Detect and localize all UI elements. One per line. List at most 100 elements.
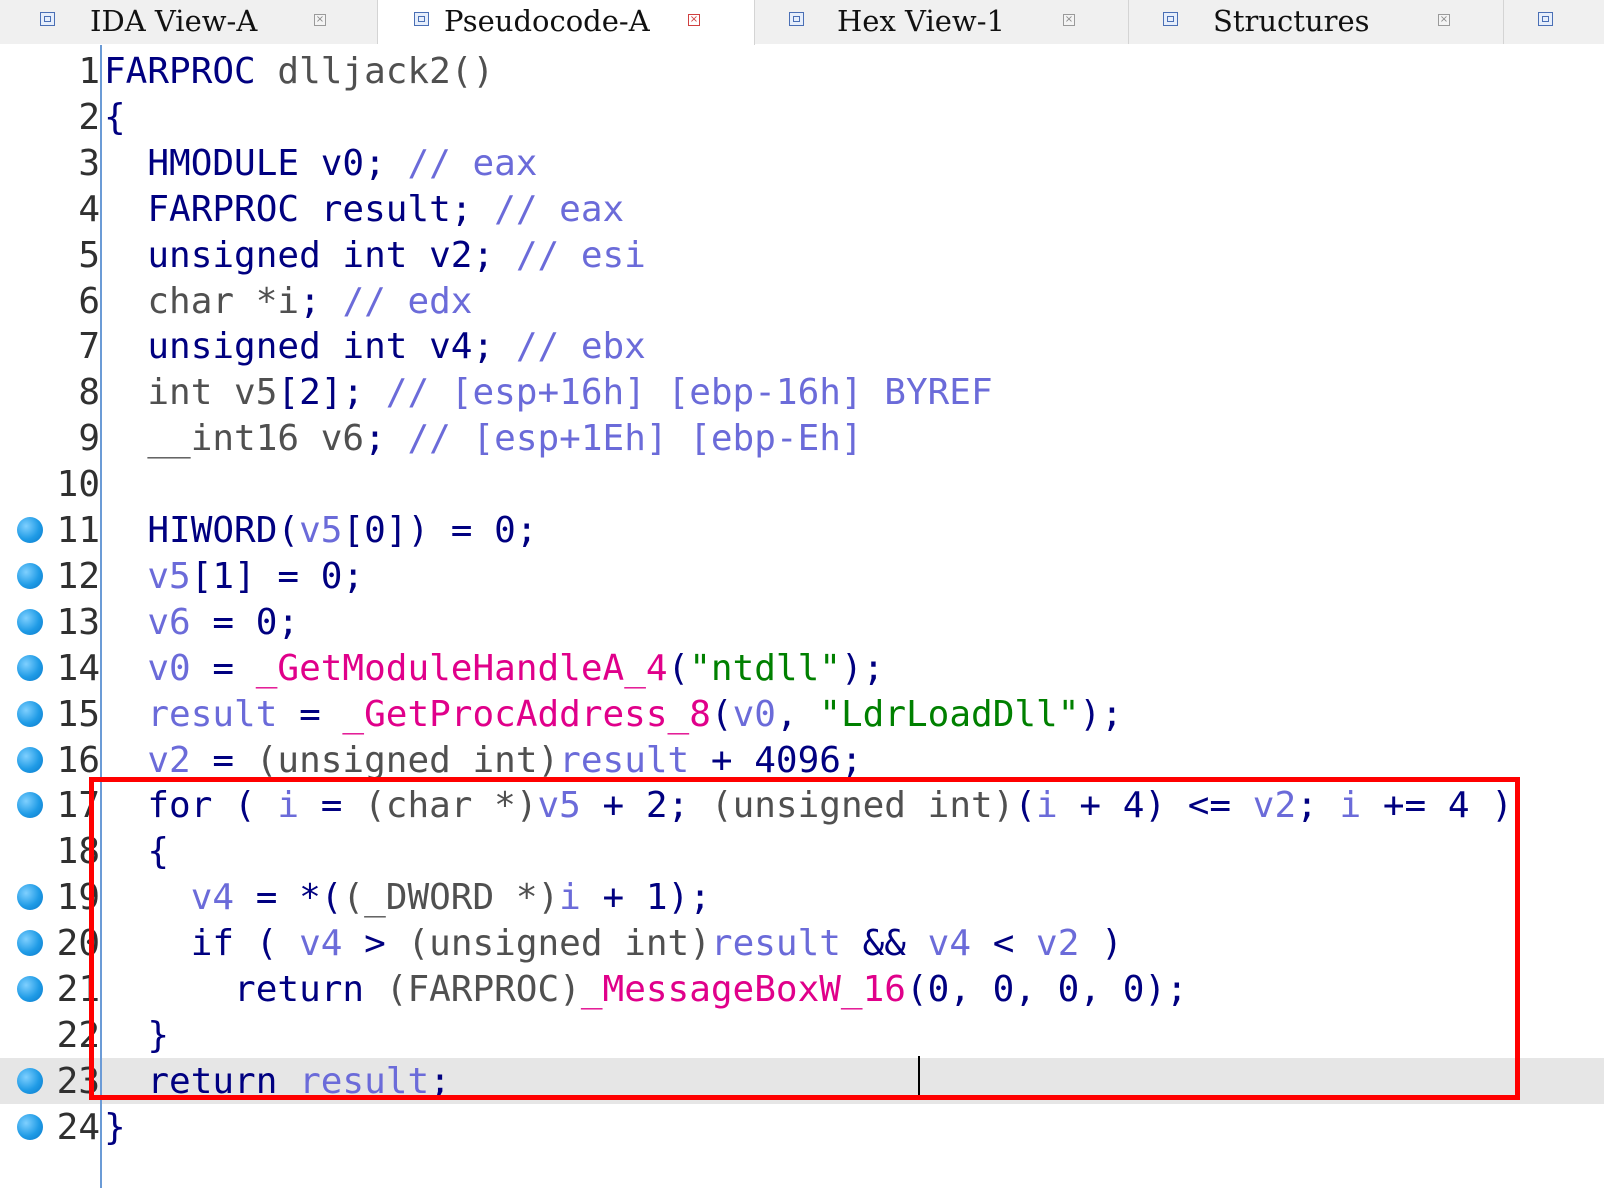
- code-token: = 0;: [190, 601, 300, 643]
- code-line[interactable]: 12 v5[1] = 0;: [0, 553, 1604, 599]
- code-token: "ntdll": [689, 647, 841, 689]
- disasm-view-icon: [40, 12, 55, 26]
- line-number: 13: [56, 601, 100, 643]
- code-token: HIWORD(: [104, 510, 300, 551]
- code-token: // esi: [515, 234, 646, 276]
- tab-label: Structures: [1213, 4, 1370, 38]
- code-token: v5: [104, 555, 191, 597]
- code-token: // [esp+16h] [ebp-16h] BYREF: [385, 372, 993, 414]
- hex-view-icon: [789, 12, 804, 26]
- close-icon[interactable]: ×: [688, 14, 700, 26]
- line-number: 6: [78, 280, 100, 322]
- tab-ida-view-a[interactable]: IDA View-A ×: [0, 0, 378, 44]
- code-token: [0]) = 0;: [342, 510, 538, 551]
- code-token: // ebx: [515, 326, 646, 368]
- code-token: char *i: [104, 280, 300, 322]
- tab-structures[interactable]: Structures ×: [1129, 0, 1504, 44]
- code-line[interactable]: 6 char *i; // edx: [0, 278, 1604, 324]
- code-line[interactable]: 11 HIWORD(v5[0]) = 0;: [0, 507, 1604, 553]
- line-number: 7: [78, 326, 100, 368]
- tab-hex-view-1[interactable]: Hex View-1 ×: [755, 0, 1129, 44]
- code-line[interactable]: 13 v6 = 0;: [0, 599, 1604, 645]
- code-token: v6: [104, 601, 191, 643]
- code-token: v0: [104, 647, 191, 689]
- line-number: 2: [78, 96, 100, 138]
- code-token: );: [840, 647, 885, 689]
- close-icon[interactable]: ×: [314, 14, 326, 26]
- code-line[interactable]: 14 v0 = _GetModuleHandleA_4("ntdll");: [0, 645, 1604, 691]
- code-text: result = _GetProcAddress_8(v0, "LdrLoadD…: [104, 693, 1123, 737]
- line-number: 11: [56, 510, 100, 551]
- line-number: 8: [78, 372, 100, 414]
- tab-label: IDA View-A: [90, 4, 258, 38]
- code-line[interactable]: 9 __int16 v6; // [esp+1Eh] [ebp-Eh]: [0, 415, 1604, 461]
- code-line[interactable]: 8 int v5[2]; // [esp+16h] [ebp-16h] BYRE…: [0, 369, 1604, 415]
- enums-icon: [1538, 12, 1553, 26]
- tab-pseudocode-a[interactable]: Pseudocode-A ×: [378, 0, 755, 45]
- code-token: unsigned int v2;: [104, 234, 516, 276]
- code-text: int v5[2]; // [esp+16h] [ebp-16h] BYREF: [104, 371, 993, 415]
- code-line[interactable]: 16 v2 = (unsigned int)result + 4096;: [0, 737, 1604, 783]
- line-number: 12: [56, 555, 100, 597]
- code-token: =: [277, 693, 343, 735]
- code-token: FARPROC result;: [104, 188, 495, 230]
- code-token: HMODULE v0;: [104, 142, 408, 184]
- line-number: 4: [78, 188, 100, 230]
- code-token: v5: [299, 510, 343, 551]
- line-number: 15: [56, 693, 100, 735]
- code-line[interactable]: 10: [0, 461, 1604, 507]
- code-line[interactable]: 1 FARPROC dlljack2(): [0, 48, 1604, 94]
- code-line[interactable]: 4 FARPROC result; // eax: [0, 186, 1604, 232]
- code-token: dlljack2(): [277, 51, 495, 92]
- code-line[interactable]: 5 unsigned int v2; // esi: [0, 232, 1604, 278]
- code-token: // eax: [407, 142, 538, 184]
- code-text: HIWORD(v5[0]) = 0;: [104, 509, 538, 553]
- code-text: __int16 v6; // [esp+1Eh] [ebp-Eh]: [104, 417, 863, 461]
- code-text: }: [104, 1106, 126, 1150]
- tab-bar: IDA View-A × Pseudocode-A × Hex View-1 ×…: [0, 0, 1604, 45]
- code-line[interactable]: 3 HMODULE v0; // eax: [0, 140, 1604, 186]
- code-token: v2: [104, 739, 191, 781]
- code-token: =: [190, 739, 256, 781]
- code-line[interactable]: 24}: [0, 1104, 1604, 1150]
- code-text: v6 = 0;: [104, 601, 299, 645]
- code-token: result: [104, 693, 278, 735]
- code-token: // [esp+1Eh] [ebp-Eh]: [407, 418, 863, 460]
- code-text: FARPROC dlljack2(): [104, 50, 494, 94]
- code-token: {: [104, 96, 126, 138]
- line-number: 24: [56, 1106, 100, 1148]
- code-text: HMODULE v0; // eax: [104, 142, 537, 186]
- line-number: 3: [78, 142, 100, 184]
- code-token: );: [1079, 693, 1123, 735]
- code-token: =: [190, 647, 256, 689]
- code-token: int v5: [104, 372, 278, 414]
- tab-enums[interactable]: [1504, 0, 1604, 44]
- tab-label: Pseudocode-A: [444, 4, 650, 38]
- code-token: (unsigned int): [255, 739, 560, 781]
- code-text: {: [104, 96, 126, 140]
- line-number: 1: [78, 51, 100, 92]
- code-text: unsigned int v2; // esi: [104, 234, 646, 278]
- line-number: 16: [56, 739, 100, 781]
- code-token: [2];: [277, 372, 386, 414]
- line-number: 9: [78, 418, 100, 460]
- close-icon[interactable]: ×: [1063, 14, 1075, 26]
- tab-label: Hex View-1: [837, 4, 1005, 38]
- pseudocode-icon: [414, 12, 429, 26]
- code-token: result: [559, 739, 690, 781]
- code-line[interactable]: 2{: [0, 94, 1604, 140]
- code-text: char *i; // edx: [104, 280, 472, 324]
- line-number: 14: [56, 647, 100, 689]
- code-token: ;: [364, 418, 408, 460]
- line-number: 10: [56, 464, 100, 506]
- code-token: (: [667, 647, 690, 689]
- code-text: v0 = _GetModuleHandleA_4("ntdll");: [104, 647, 884, 691]
- code-line[interactable]: 15 result = _GetProcAddress_8(v0, "LdrLo…: [0, 691, 1604, 737]
- close-icon[interactable]: ×: [1438, 14, 1450, 26]
- code-line[interactable]: 7 unsigned int v4; // ebx: [0, 323, 1604, 369]
- structures-icon: [1163, 12, 1178, 26]
- code-token: _GetProcAddress_8: [342, 693, 711, 735]
- code-token: FARPROC: [104, 51, 278, 92]
- code-token: }: [104, 1106, 126, 1148]
- code-text: v5[1] = 0;: [104, 555, 364, 599]
